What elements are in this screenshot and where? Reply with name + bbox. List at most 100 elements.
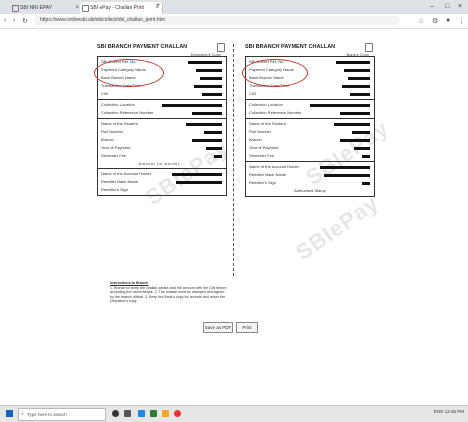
cortana-icon[interactable] [112,410,119,417]
table-row: Name of the Account Holder [248,163,372,171]
address-bar-row: ‹ › ↻ https://www.onlinesbi.sbi/sbicolle… [0,14,468,29]
challan-title: SBI BRANCH PAYMENT CHALLAN [97,44,188,50]
file-explorer-icon[interactable] [162,410,169,417]
table-row: Year of Payment [100,144,224,152]
table-row: CIN [100,90,224,98]
tab-sbi-nri-epay[interactable]: SBI NRI EPAY × [10,2,83,14]
copy-divider [233,44,234,276]
table-row: Roll Number [248,128,372,136]
redacted-value [188,61,222,64]
windows-start-icon[interactable] [6,410,13,417]
challan-section-remitter: Name of the Account Holder Remitter Bank… [246,162,374,196]
redacted-value [194,85,222,88]
table-row: Branch [248,136,372,144]
maximize-button[interactable]: □ [445,3,449,10]
edge-icon[interactable] [138,410,145,417]
table-row: Remitter's Sign [248,179,372,187]
redacted-value [362,155,370,158]
table-row: Collection Reference Number [100,109,224,117]
redacted-value [342,85,370,88]
redacted-value [202,93,222,96]
windows-taskbar: ⌕ Type here to search ENG 12:45 PM [0,405,468,422]
table-row: CIN [248,90,372,98]
challan-section-remitter: Name of the Account Holder Remitter Bank… [98,169,226,195]
close-window-button[interactable]: × [458,3,462,10]
table-row: Collection Reference Number [248,109,372,117]
redacted-value [310,104,370,107]
redacted-value [344,69,370,72]
chrome-icon[interactable] [174,410,181,417]
redacted-value [348,77,370,80]
profile-icon[interactable]: ● [446,17,450,24]
taskbar-search-field[interactable]: ⌕ Type here to search [18,408,106,421]
challan-section-collection: Collection Location Collection Reference… [246,100,374,119]
redacted-value [206,147,222,150]
menu-icon[interactable]: ⋮ [458,17,465,25]
extensions-icon[interactable]: ⚙ [432,17,438,25]
close-tab-icon[interactable]: × [75,2,79,14]
redacted-value [192,139,222,142]
redacted-value [320,166,370,169]
bookmark-star-icon[interactable]: ☆ [418,17,424,25]
table-row: Name of the Account Holder [100,170,224,178]
redacted-value [354,147,370,150]
challan-section-student: Name of the Student Roll Number Branch Y… [246,119,374,162]
redacted-value [336,61,370,64]
redacted-value [340,112,370,115]
print-button[interactable]: Print [236,322,258,333]
redacted-value [196,69,222,72]
instructions-text: 1. Branch to verify the challan details … [110,285,227,304]
redacted-value [192,112,222,115]
sbi-logo-icon [217,43,225,52]
redacted-value [162,104,222,107]
table-row: Collection Location [248,101,372,109]
redacted-value [172,173,222,176]
favicon-icon [12,5,19,12]
search-icon: ⌕ [21,411,24,417]
challan-section-student: Name of the Student Roll Number Branch Y… [98,119,226,169]
redacted-value [340,139,370,142]
favicon-icon [82,5,89,12]
table-row: Remitter's Sign [101,187,128,192]
table-row: Remitter Bank Name [100,178,224,186]
new-tab-button[interactable]: + [156,2,160,9]
table-row: Year of Payment [248,144,372,152]
table-row: Semester Fee [100,152,224,160]
table-row: Branch [100,136,224,144]
back-icon[interactable]: ‹ [4,17,6,24]
excel-icon[interactable] [150,410,157,417]
table-row: Collection Location [100,101,224,109]
redacted-value [350,93,370,96]
forward-icon[interactable]: › [13,17,15,24]
branch-instructions: Instructions to Branch 1. Branch to veri… [110,281,228,304]
reload-icon[interactable]: ↻ [22,17,28,25]
save-pdf-button[interactable]: Save as PDF [203,322,233,333]
challan-section-collection: Collection Location Collection Reference… [98,100,226,119]
minimize-button[interactable]: – [430,3,434,10]
highlight-oval-right [242,59,308,87]
amount-in-words: Amount (in words) … [138,161,186,166]
task-view-icon[interactable] [124,410,131,417]
url-field[interactable]: https://www.onlinesbi.sbi/sbicollect/sbi… [34,16,400,25]
challan-title: SBI BRANCH PAYMENT CHALLAN [245,44,336,50]
highlight-oval-left [94,59,164,87]
table-row: Remitter Bank Name [248,171,372,179]
redacted-value [176,181,222,184]
redacted-value [352,131,370,134]
redacted-value [334,123,370,126]
tab-challan-print[interactable]: SBI ePay - Challan Print × [80,2,163,14]
table-row: Semester Fee [248,152,372,160]
authorised-stamp-label: Authorised Stamp [294,188,326,193]
redacted-value [200,77,222,80]
redacted-value [204,131,222,134]
table-row: Name of the Student [100,120,224,128]
redacted-value [186,123,222,126]
table-row: Name of the Student [248,120,372,128]
redacted-value [362,182,370,185]
system-tray[interactable]: ENG 12:45 PM [434,409,464,414]
browser-tab-bar: SBI NRI EPAY × SBI ePay - Challan Print … [0,0,468,14]
redacted-value [324,174,370,177]
redacted-value [214,155,222,158]
table-row: Roll Number [100,128,224,136]
sbi-logo-icon [365,43,373,52]
